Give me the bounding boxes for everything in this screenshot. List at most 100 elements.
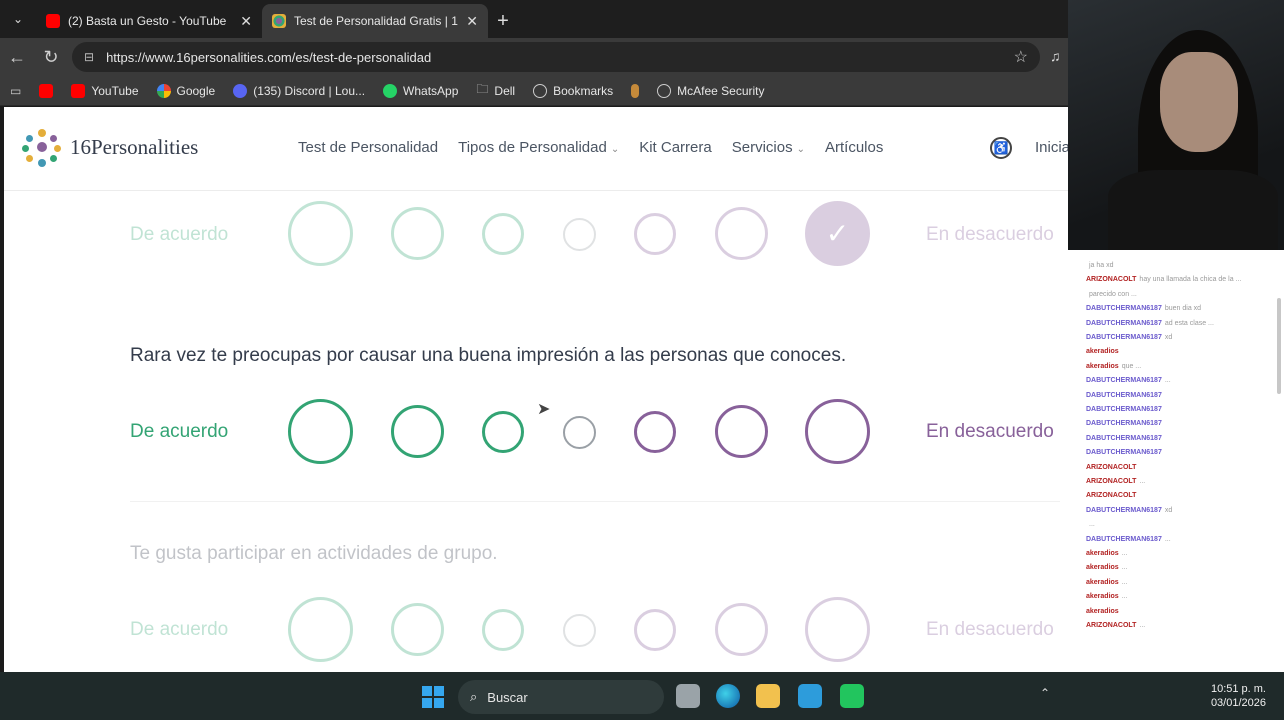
site-info-icon[interactable]: ⊟ (84, 50, 94, 64)
answer-option[interactable] (288, 201, 353, 266)
answer-option[interactable] (715, 603, 768, 656)
answer-option-agree-strong[interactable] (288, 399, 353, 464)
nav-services[interactable]: Servicios ⌄ (732, 139, 805, 156)
windows-start-icon[interactable] (422, 686, 444, 708)
nav-articles[interactable]: Artículos (825, 139, 883, 156)
chat-username[interactable]: DABUTCHERMAN6187 (1086, 536, 1162, 543)
chat-message: ... (1086, 521, 1095, 528)
chat-message: ARIZONACOLT... (1086, 622, 1145, 629)
webcam-person-body (1108, 170, 1278, 250)
chat-username[interactable]: akeradios (1086, 593, 1119, 600)
favorite-star-icon[interactable]: ☆ (1014, 47, 1028, 67)
chat-username[interactable]: DABUTCHERMAN6187 (1086, 507, 1162, 514)
answer-option[interactable] (482, 213, 524, 255)
bookmark-discord[interactable]: (135) Discord | Lou... (233, 83, 365, 98)
answer-option[interactable] (391, 207, 444, 260)
chat-username[interactable]: akeradios (1086, 564, 1119, 571)
answer-option[interactable] (563, 614, 596, 647)
site-header: 16Personalities Test de Personalidad Tip… (4, 107, 1068, 191)
nav-types[interactable]: Tipos de Personalidad ⌄ (458, 139, 619, 156)
bookmark-youtube[interactable]: YouTube (71, 83, 139, 98)
chat-username[interactable]: DABUTCHERMAN6187 (1086, 334, 1162, 341)
bookmark-collections-icon[interactable]: ▭ (10, 84, 21, 98)
answer-option-agree[interactable] (391, 405, 444, 458)
disagree-label: En desacuerdo (926, 224, 1054, 245)
chat-username[interactable]: ARIZONACOLT (1086, 464, 1136, 471)
answer-option-agree-weak[interactable] (482, 411, 524, 453)
tray-chevron-icon[interactable]: ⌃ (1040, 686, 1050, 700)
bookmark-whatsapp[interactable]: WhatsApp (383, 83, 458, 98)
chat-username[interactable]: ARIZONACOLT (1086, 622, 1136, 629)
site-logo[interactable]: 16Personalities (22, 127, 198, 167)
chat-username[interactable]: DABUTCHERMAN6187 (1086, 377, 1162, 384)
new-tab-button[interactable]: + (488, 4, 518, 38)
chat-scrollbar[interactable] (1277, 298, 1281, 394)
chat-username[interactable]: DABUTCHERMAN6187 (1086, 449, 1162, 456)
url-field[interactable]: ⊟ https://www.16personalities.com/es/tes… (72, 42, 1040, 72)
bookmark-google[interactable]: Google (156, 83, 215, 98)
chat-username[interactable]: ARIZONACOLT (1086, 492, 1136, 499)
chat-username[interactable]: DABUTCHERMAN6187 (1086, 305, 1162, 312)
tab-16personalities[interactable]: Test de Personalidad Gratis | 16Personal… (262, 4, 488, 38)
taskview-icon[interactable] (676, 684, 700, 708)
bookmark-bookmarks[interactable]: Bookmarks (533, 83, 613, 98)
chat-message: ARIZONACOLT (1086, 492, 1139, 499)
whatsapp-icon (383, 83, 398, 98)
chat-username[interactable]: akeradios (1086, 579, 1119, 586)
streaming-app-icon[interactable] (840, 684, 864, 708)
folder-icon: 🗀 (476, 82, 489, 96)
chat-username[interactable]: DABUTCHERMAN6187 (1086, 320, 1162, 327)
close-tab-icon[interactable]: ✕ (466, 13, 478, 30)
store-icon[interactable] (798, 684, 822, 708)
music-extension-icon[interactable]: ♫ (1050, 48, 1061, 64)
file-explorer-icon[interactable] (756, 684, 780, 708)
answer-option[interactable] (805, 597, 870, 662)
login-link[interactable]: Inicia (1035, 139, 1068, 156)
chat-username[interactable]: akeradios (1086, 348, 1119, 355)
chat-username[interactable]: ARIZONACOLT (1086, 276, 1136, 283)
chat-message: DABUTCHERMAN6187 (1086, 420, 1165, 427)
chat-text: parecido con ... (1089, 290, 1137, 298)
nav-label: Servicios (731, 139, 793, 156)
bookmark-dell[interactable]: 🗀 Dell (476, 80, 515, 101)
nav-career-kit[interactable]: Kit Carrera (639, 139, 712, 156)
chat-username[interactable]: DABUTCHERMAN6187 (1086, 435, 1162, 442)
browser-tab-strip: ⌄ (2) Basta un Gesto - YouTube ✕ Test de… (0, 0, 1068, 38)
taskbar-search[interactable]: ⌕ Buscar (458, 680, 664, 714)
reload-icon[interactable]: ↻ (34, 38, 68, 76)
tab-list-menu-icon[interactable]: ⌄ (0, 0, 36, 38)
system-clock[interactable]: 10:51 p. m. 03/01/2026 (1211, 682, 1266, 710)
answer-option-disagree[interactable] (715, 405, 768, 458)
chat-username[interactable]: ARIZONACOLT (1086, 478, 1136, 485)
answer-option[interactable] (634, 213, 676, 255)
chat-username[interactable]: DABUTCHERMAN6187 (1086, 420, 1162, 427)
answer-option[interactable] (563, 218, 596, 251)
answer-option[interactable] (482, 609, 524, 651)
bookmark-extension[interactable] (631, 83, 640, 98)
chat-username[interactable]: akeradios (1086, 608, 1119, 615)
bookmark-item[interactable] (39, 83, 54, 98)
answer-option[interactable] (288, 597, 353, 662)
tab-youtube[interactable]: (2) Basta un Gesto - YouTube ✕ (36, 4, 262, 38)
chat-username[interactable]: DABUTCHERMAN6187 (1086, 406, 1162, 413)
answer-option-disagree-strong[interactable] (805, 399, 870, 464)
chat-message: akeradios (1086, 348, 1122, 355)
chat-text: ja ha xd (1089, 262, 1114, 269)
edge-icon[interactable] (716, 684, 740, 708)
answer-option-disagree-weak[interactable] (634, 411, 676, 453)
nav-test[interactable]: Test de Personalidad (298, 139, 438, 156)
answer-option[interactable] (634, 609, 676, 651)
globe-icon (533, 83, 548, 98)
chat-username[interactable]: akeradios (1086, 550, 1119, 557)
answer-option[interactable] (715, 207, 768, 260)
accessibility-icon[interactable]: ♿ (990, 137, 1012, 159)
back-icon[interactable]: ← (0, 38, 34, 76)
answer-option[interactable] (391, 603, 444, 656)
answer-option-neutral[interactable] (563, 416, 596, 449)
question-text: Te gusta participar en actividades de gr… (130, 543, 498, 564)
chat-username[interactable]: DABUTCHERMAN6187 (1086, 392, 1162, 399)
bookmark-mcafee[interactable]: McAfee Security (657, 83, 765, 98)
extension-icon (631, 83, 640, 98)
chat-username[interactable]: akeradios (1086, 363, 1119, 370)
close-tab-icon[interactable]: ✕ (240, 13, 252, 30)
